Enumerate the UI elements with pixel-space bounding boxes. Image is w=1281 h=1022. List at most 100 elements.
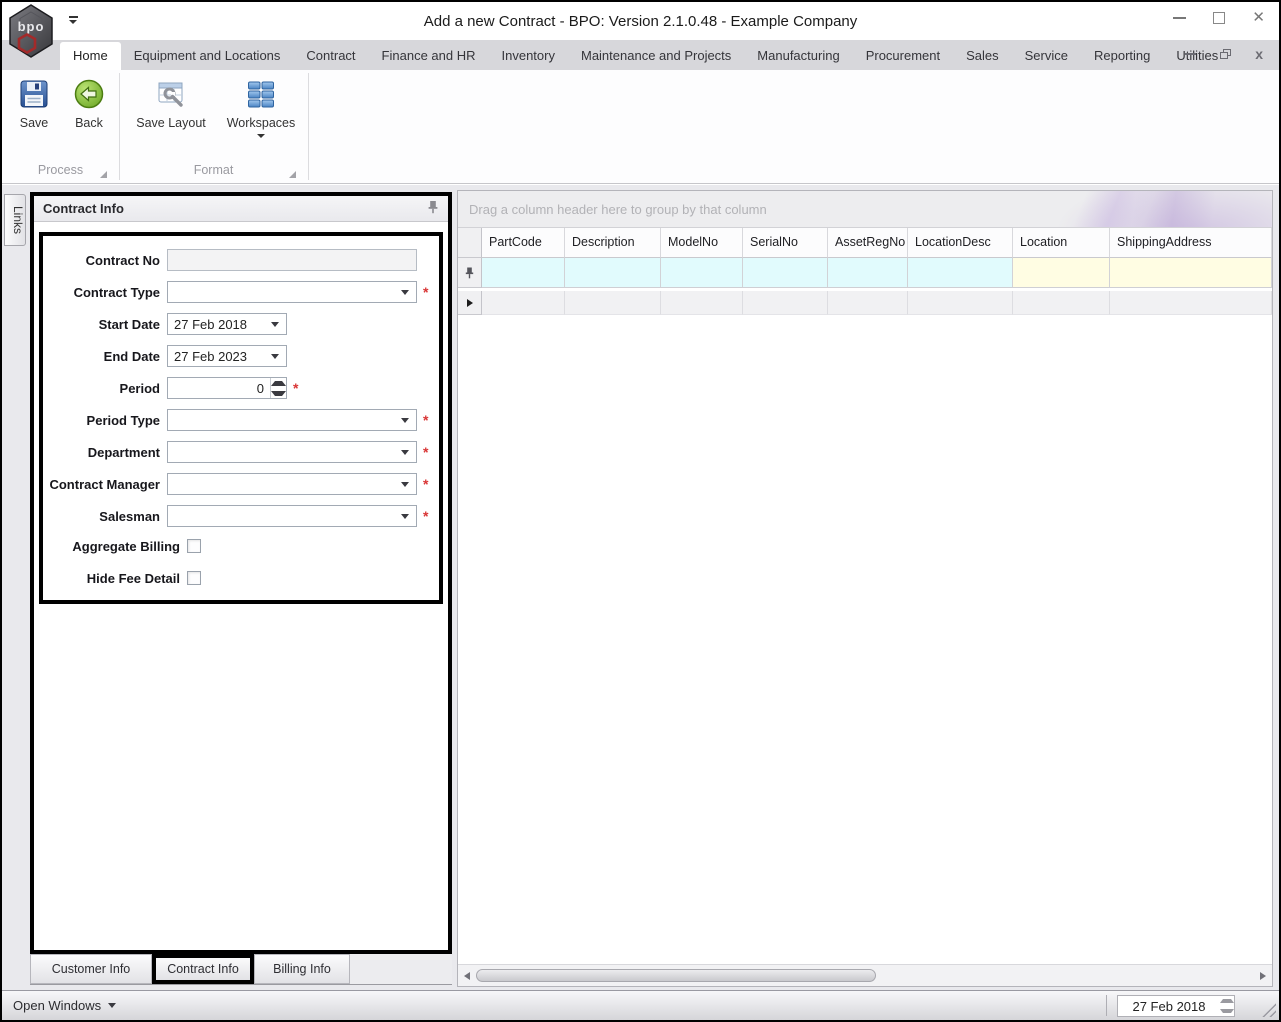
links-sidebar-tab[interactable]: Links — [4, 194, 26, 246]
process-dialog-launcher-icon[interactable] — [100, 171, 107, 178]
grid-header-row: PartCode Description ModelNo SerialNo As… — [458, 228, 1272, 258]
ribbon-tab-home[interactable]: Home — [60, 42, 121, 70]
spin-up-icon[interactable] — [271, 378, 286, 388]
start-date-picker[interactable]: 27 Feb 2018 — [167, 313, 287, 335]
filter-cell-description[interactable] — [565, 258, 661, 288]
end-date-picker[interactable]: 27 Feb 2023 — [167, 345, 287, 367]
column-header-location[interactable]: Location — [1013, 228, 1110, 258]
open-windows-menu[interactable]: Open Windows — [13, 998, 117, 1013]
cell-description[interactable] — [565, 291, 661, 315]
filter-cell-partcode[interactable] — [482, 258, 565, 288]
contract-form: Contract No Contract Type * Start Date 2… — [39, 232, 443, 604]
ribbon-tab-contract[interactable]: Contract — [293, 42, 368, 70]
ribbon-tab-manufacturing[interactable]: Manufacturing — [744, 42, 852, 70]
group-by-bar[interactable]: Drag a column header here to group by th… — [458, 191, 1272, 228]
child-close-icon[interactable]: x — [1255, 47, 1263, 61]
tab-customer-info[interactable]: Customer Info — [30, 954, 152, 984]
required-marker: * — [423, 476, 429, 492]
date-spin-up-icon[interactable] — [1220, 996, 1234, 1006]
child-restore-icon[interactable] — [1220, 49, 1232, 59]
column-header-description[interactable]: Description — [565, 228, 661, 258]
cell-serialno[interactable] — [743, 291, 828, 315]
filter-cell-assetregno[interactable] — [828, 258, 908, 288]
workspaces-button[interactable]: Workspaces — [218, 78, 304, 138]
close-icon[interactable]: ✕ — [1252, 10, 1265, 25]
cell-partcode[interactable] — [482, 291, 565, 315]
aggregate-billing-row: Aggregate Billing — [47, 537, 431, 555]
cell-modelno[interactable] — [661, 291, 743, 315]
row-arrow-icon — [466, 298, 473, 307]
chevron-down-icon[interactable] — [401, 481, 409, 487]
minimize-icon[interactable] — [1173, 17, 1187, 19]
column-header-modelno[interactable]: ModelNo — [661, 228, 743, 258]
chevron-down-icon[interactable] — [401, 289, 409, 295]
scroll-right-icon[interactable] — [1260, 972, 1266, 980]
chevron-down-icon[interactable] — [401, 417, 409, 423]
cell-assetregno[interactable] — [828, 291, 908, 315]
filter-cell-locationdesc[interactable] — [908, 258, 1013, 288]
table-wrench-icon — [158, 82, 183, 107]
window-title: Add a new Contract - BPO: Version 2.1.0.… — [423, 13, 858, 30]
back-button[interactable]: Back — [62, 78, 116, 130]
child-minimize-icon[interactable] — [1185, 53, 1197, 55]
statusbar-date-spinner[interactable]: 27 Feb 2018 — [1117, 995, 1235, 1017]
horizontal-scrollbar[interactable] — [458, 964, 1272, 986]
column-header-shippingaddress[interactable]: ShippingAddress — [1110, 228, 1272, 258]
contract-type-dropdown[interactable] — [167, 281, 417, 303]
chevron-down-icon[interactable] — [271, 321, 279, 327]
chevron-down-icon[interactable] — [401, 513, 409, 519]
save-button[interactable]: Save — [10, 78, 58, 130]
bpo-logo-icon: bpo — [6, 4, 56, 63]
ribbon-tab-equipment-and-locations[interactable]: Equipment and Locations — [121, 42, 294, 70]
ribbon-tab-procurement[interactable]: Procurement — [853, 42, 953, 70]
department-dropdown[interactable] — [167, 441, 417, 463]
date-spin-down-icon[interactable] — [1220, 1006, 1234, 1016]
grid-new-row[interactable] — [458, 291, 1272, 315]
tab-billing-info[interactable]: Billing Info — [254, 954, 350, 984]
filter-cell-location[interactable] — [1013, 258, 1110, 288]
column-header-locationdesc[interactable]: LocationDesc — [908, 228, 1013, 258]
period-spinner[interactable]: 0 — [167, 377, 287, 399]
filter-cell-shippingaddress[interactable] — [1110, 258, 1272, 288]
column-header-assetregno[interactable]: AssetRegNo — [828, 228, 908, 258]
contract-manager-row: Contract Manager * — [47, 473, 431, 495]
filter-cell-serialno[interactable] — [743, 258, 828, 288]
chevron-down-icon[interactable] — [271, 353, 279, 359]
cell-location[interactable] — [1013, 291, 1110, 315]
aggregate-billing-checkbox[interactable] — [187, 539, 201, 553]
spin-down-icon[interactable] — [271, 388, 286, 398]
ribbon-tab-inventory[interactable]: Inventory — [489, 42, 568, 70]
cell-locationdesc[interactable] — [908, 291, 1013, 315]
scroll-left-icon[interactable] — [464, 972, 470, 980]
salesman-dropdown[interactable] — [167, 505, 417, 527]
column-header-partcode[interactable]: PartCode — [482, 228, 565, 258]
period-label: Period — [119, 380, 160, 396]
save-layout-button[interactable]: Save Layout — [128, 78, 214, 130]
contract-no-row: Contract No — [47, 249, 431, 271]
hide-fee-detail-checkbox[interactable] — [187, 571, 201, 585]
filter-cell-modelno[interactable] — [661, 258, 743, 288]
quick-access-dropdown-icon[interactable] — [68, 16, 78, 24]
column-header-serialno[interactable]: SerialNo — [743, 228, 828, 258]
format-dialog-launcher-icon[interactable] — [289, 171, 296, 178]
grid-filter-row — [458, 258, 1272, 288]
period-type-dropdown[interactable] — [167, 409, 417, 431]
period-type-row: Period Type * — [47, 409, 431, 431]
chevron-down-icon[interactable] — [401, 449, 409, 455]
contract-no-label: Contract No — [85, 252, 160, 268]
ribbon-tab-maintenance-and-projects[interactable]: Maintenance and Projects — [568, 42, 744, 70]
contract-manager-label: Contract Manager — [49, 476, 160, 492]
contract-manager-dropdown[interactable] — [167, 473, 417, 495]
pin-icon[interactable] — [427, 200, 439, 217]
resize-grip[interactable] — [1262, 1003, 1276, 1017]
ribbon-tab-finance-and-hr[interactable]: Finance and HR — [369, 42, 489, 70]
ribbon-tab-sales[interactable]: Sales — [953, 42, 1012, 70]
scrollbar-thumb[interactable] — [476, 969, 876, 982]
required-marker: * — [423, 412, 429, 428]
maximize-icon[interactable] — [1213, 12, 1226, 24]
cell-shippingaddress[interactable] — [1110, 291, 1272, 315]
tab-contract-info[interactable]: Contract Info — [152, 954, 254, 984]
ribbon-tab-service[interactable]: Service — [1012, 42, 1081, 70]
panel-title: Contract Info — [43, 201, 124, 216]
ribbon-tab-reporting[interactable]: Reporting — [1081, 42, 1163, 70]
